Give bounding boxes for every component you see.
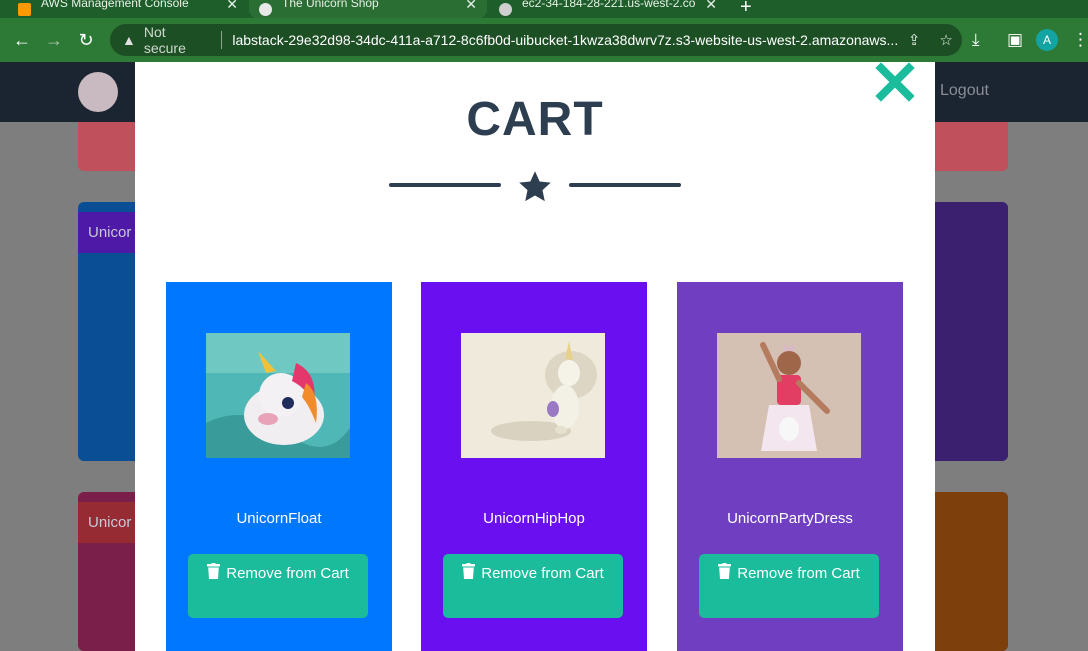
tab-title: The Unicorn Shop [282,0,379,10]
product-image-unicorn-hiphop [461,333,605,458]
download-icon[interactable]: ⤓ [972,18,980,62]
close-tab-icon[interactable]: ✕ [465,0,477,13]
browser-tab-ec2[interactable]: ec2-34-184-28-221.us-west-2.co ✕ [489,0,727,18]
share-icon[interactable]: ⇪ [898,31,930,49]
new-tab-button[interactable]: + [740,0,752,19]
logout-link[interactable]: Logout [940,82,989,100]
aws-cube-icon [18,2,31,16]
product-name: UnicornPartyDress [727,510,853,527]
browser-toolbar: ← → ↻ ▲ Not secure labstack-29e32d98-34d… [0,18,1088,62]
back-arrow-icon[interactable]: ← [6,30,38,51]
divider [221,31,223,49]
warning-triangle-icon[interactable]: ▲ [122,32,136,48]
divider-line-right [569,183,681,187]
button-label: Remove from Cart [481,565,604,582]
product-name: UnicornFloat [236,510,322,527]
url-text[interactable]: labstack-29e32d98-34dc-411a-a712-8c6fb0d… [232,32,898,48]
product-image-unicorn-party-dress [717,333,861,458]
product-image-unicorn-float [206,333,350,458]
profile-avatar[interactable]: A [1036,18,1058,62]
security-status[interactable]: Not secure [144,24,211,56]
browser-tab-unicorn-shop[interactable]: The Unicorn Shop ✕ [249,0,487,18]
globe-icon [499,2,512,16]
trash-icon [207,563,221,579]
unicorn-icon [259,2,272,16]
close-tab-icon[interactable]: ✕ [705,0,717,13]
close-tab-icon[interactable]: ✕ [226,0,238,13]
avatar[interactable]: A [1036,29,1058,51]
button-label: Remove from Cart [737,565,860,582]
side-panel-icon[interactable]: ▣ [1007,18,1023,62]
cart-item-card: UnicornPartyDress Remove from Cart [677,282,903,651]
tab-title: AWS Management Console [41,0,189,10]
bg-card-label: Unicor [78,502,142,543]
remove-from-cart-button[interactable]: Remove from Cart [443,554,623,618]
remove-from-cart-button[interactable]: Remove from Cart [699,554,879,618]
menu-kebab-icon[interactable]: ⋮ [1072,18,1088,62]
cart-title: CART [466,93,604,146]
trash-icon [462,563,476,579]
address-bar[interactable]: ▲ Not secure labstack-29e32d98-34dc-411a… [110,24,962,56]
trash-icon [718,563,732,579]
cart-item-card: UnicornHipHop Remove from Cart [421,282,647,651]
cart-item-card: UnicornFloat Remove from Cart [166,282,392,651]
star-icon [519,171,551,202]
unicorn-logo-icon [78,72,118,112]
reload-icon[interactable]: ↻ [70,30,102,51]
browser-tab-aws-console[interactable]: AWS Management Console ✕ [8,0,248,18]
button-label: Remove from Cart [226,565,349,582]
browser-tab-bar: AWS Management Console ✕ The Unicorn Sho… [0,0,1088,18]
product-name: UnicornHipHop [483,510,585,527]
tab-title: ec2-34-184-28-221.us-west-2.co [522,0,696,10]
forward-arrow-icon[interactable]: → [38,30,70,51]
bookmark-star-icon[interactable]: ☆ [930,31,962,49]
remove-from-cart-button[interactable]: Remove from Cart [188,554,368,618]
bg-card-label: Unicor [78,212,142,253]
divider-line-left [389,183,501,187]
